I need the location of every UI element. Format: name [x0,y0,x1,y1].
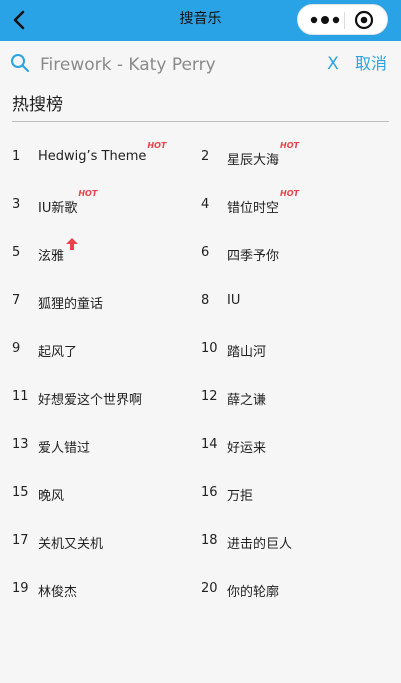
hot-search-name: 你的轮廓 [227,581,279,600]
hot-search-name-text: 起风了 [38,345,78,360]
hot-search-item[interactable]: 15 晚风 [0,469,189,517]
hot-search-name-text: 星辰大海 [227,153,280,168]
hot-search-item[interactable]: 8 IU [189,277,378,325]
cancel-button[interactable]: 取消 [355,52,395,76]
hot-search-name: 林俊杰 [38,581,77,600]
hot-search-name: IU [227,293,240,308]
hot-search-name: 晚风 [38,485,64,504]
hot-search-name: 薛之谦 [227,389,266,408]
trending-up-arrow-icon [66,238,79,250]
hot-search-name: 进击的巨人 [227,533,292,552]
hot-search-rank: 6 [201,245,210,260]
hot-search-item[interactable]: 7 狐狸的童话 [0,277,189,325]
hot-search-name-text: 万拒 [227,489,254,504]
hot-search-rank: 16 [201,485,218,500]
hot-search-name: Hedwig’s ThemeHOT [38,141,166,164]
hot-search-rank: 9 [12,341,21,356]
hot-search-name-text: 晚风 [38,489,65,504]
hot-search-rank: 18 [201,533,218,548]
menu-capsule [297,4,388,35]
hot-search-name: 星辰大海HOT [227,141,299,168]
hot-search-name: 好运来 [227,437,266,456]
hot-search-item[interactable]: 11 好想爱这个世界啊 [0,373,189,421]
hot-search-item[interactable]: 5 泫雅 [0,229,189,277]
hot-search-name-text: 狐狸的童话 [38,297,104,312]
hot-search-item[interactable]: 12 薛之谦 [189,373,378,421]
hot-search-item[interactable]: 16 万拒 [189,469,378,517]
divider [12,121,389,122]
hot-search-item[interactable]: 2 星辰大海HOT [189,133,378,181]
hot-search-name-text: 四季予你 [227,249,280,264]
hot-search-name: 四季予你 [227,245,279,264]
nav-bar: 搜音乐 [0,0,401,41]
hot-search-name: IU新歌HOT [38,189,97,216]
hot-search-name: 踏山河 [227,341,266,360]
hot-search-name-text: 爱人错过 [38,441,91,456]
hot-search-item[interactable]: 13 爱人错过 [0,421,189,469]
hot-search-rank: 13 [12,437,29,452]
hot-search-name-text: 进击的巨人 [227,537,293,552]
hot-search-name: 泫雅 [38,238,79,264]
hot-search-rank: 10 [201,341,218,356]
hot-search-name: 狐狸的童话 [38,293,103,312]
hot-search-name-text: IU新歌 [38,201,78,216]
hot-search-rank: 11 [12,389,29,404]
hot-search-rank: 19 [12,581,29,596]
hot-search-heading: 热搜榜 [12,95,63,115]
hot-search-list: 1 Hedwig’s ThemeHOT 2 星辰大海HOT 3 IU新歌HOT 4 错位时空H… [0,133,401,613]
hot-search-rank: 7 [12,293,21,308]
search-icon [11,54,29,72]
hot-search-item[interactable]: 19 林俊杰 [0,565,189,613]
hot-badge: HOT [147,141,167,150]
hot-badge: HOT [280,141,299,150]
hot-search-rank: 17 [12,533,29,548]
hot-search-item[interactable]: 1 Hedwig’s ThemeHOT [0,133,189,181]
hot-search-name-text: 好想爱这个世界啊 [38,393,143,408]
hot-badge: HOT [78,189,98,198]
search-input[interactable] [40,53,300,77]
search-bar: X 取消 [0,41,401,87]
hot-search-rank: 2 [201,149,210,164]
hot-search-name-text: 好运来 [227,441,267,456]
hot-badge: HOT [280,189,299,198]
target-close-icon[interactable] [354,10,374,30]
hot-search-name-text: 踏山河 [227,345,267,360]
hot-search-name: 关机又关机 [38,533,103,552]
hot-search-name-text: 泫雅 [38,249,65,264]
hot-search-item[interactable]: 10 踏山河 [189,325,378,373]
hot-search-name: 起风了 [38,341,77,360]
hot-search-item[interactable]: 6 四季予你 [189,229,378,277]
hot-search-item[interactable]: 14 好运来 [189,421,378,469]
hot-search-rank: 15 [12,485,29,500]
hot-search-name: 爱人错过 [38,437,90,456]
hot-search-name-text: 薛之谦 [227,393,267,408]
hot-search-name: 万拒 [227,485,253,504]
hot-search-item[interactable]: 20 你的轮廓 [189,565,378,613]
capsule-divider [344,12,345,29]
clear-button[interactable]: X [324,52,342,76]
hot-search-item[interactable]: 17 关机又关机 [0,517,189,565]
hot-search-rank: 1 [12,149,21,164]
hot-search-rank: 12 [201,389,218,404]
hot-search-name-text: Hedwig’s Theme [38,149,147,164]
hot-search-name: 错位时空HOT [227,189,299,216]
hot-search-name-text: 你的轮廓 [227,585,280,600]
hot-search-name: 好想爱这个世界啊 [38,389,142,408]
hot-search-rank: 5 [12,245,21,260]
hot-search-item[interactable]: 18 进击的巨人 [189,517,378,565]
hot-search-rank: 8 [201,293,210,308]
hot-search-rank: 20 [201,581,218,596]
hot-search-name-text: 关机又关机 [38,537,104,552]
hot-search-rank: 14 [201,437,218,452]
hot-search-name-text: IU [227,293,241,308]
hot-search-name-text: 错位时空 [227,201,280,216]
hot-search-name-text: 林俊杰 [38,585,78,600]
hot-search-rank: 3 [12,197,21,212]
hot-search-item[interactable]: 4 错位时空HOT [189,181,378,229]
hot-search-rank: 4 [201,197,210,212]
hot-search-item[interactable]: 9 起风了 [0,325,189,373]
more-dots-icon[interactable] [309,13,343,27]
hot-search-item[interactable]: 3 IU新歌HOT [0,181,189,229]
